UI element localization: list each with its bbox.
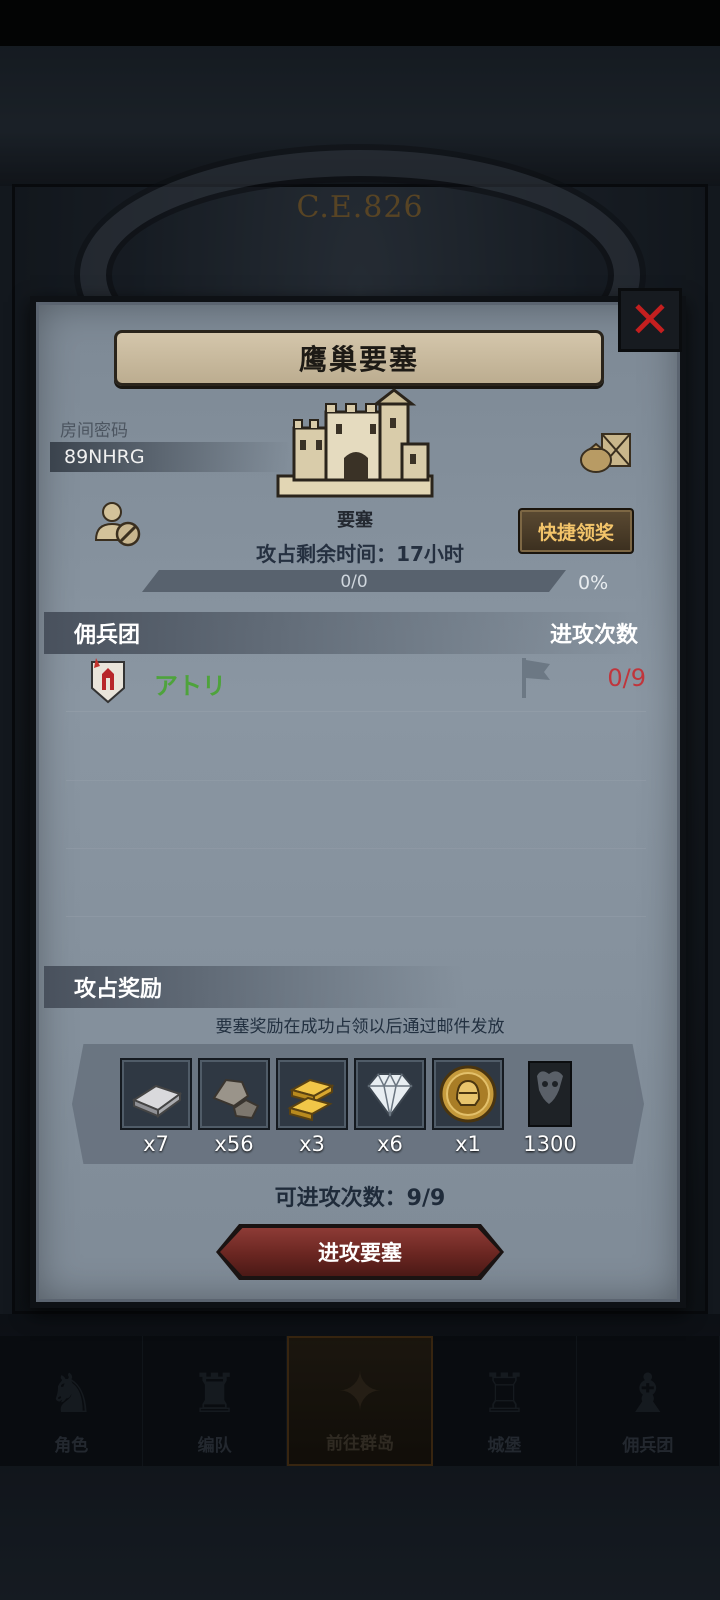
quick-claim-button[interactable]: 快捷领奖: [518, 508, 634, 554]
mercenary-header-label: 佣兵团: [74, 623, 141, 648]
attacks-available: 可进攻次数：9/9: [274, 1186, 446, 1211]
reward-note: 要塞奖励在成功占领以后通过邮件发放: [215, 1017, 505, 1037]
quick-claim-label: 快捷领奖: [537, 521, 614, 544]
attack-fortress-button[interactable]: 进攻要塞: [216, 1224, 504, 1280]
room-code-strip: 89NHRG: [50, 442, 290, 472]
reward-item[interactable]: x6: [354, 1058, 426, 1156]
empty-row-divider: [66, 916, 646, 917]
progress-percent: 0%: [578, 572, 609, 594]
supply-bag-icon[interactable]: [578, 428, 634, 474]
room-code: 89NHRG: [64, 446, 145, 468]
diamond-icon: [366, 1072, 414, 1118]
reward-item[interactable]: x56: [198, 1058, 270, 1156]
reward-item[interactable]: x3: [276, 1058, 348, 1156]
demon-banner-icon: [528, 1061, 572, 1127]
reward-quantity: x7: [143, 1132, 169, 1156]
rewards-section-header: 攻占奖励: [44, 966, 464, 1008]
reward-item[interactable]: x7: [120, 1058, 192, 1156]
mercenary-row[interactable]: アトリ 0/9: [66, 650, 646, 712]
reward-item[interactable]: 1300: [514, 1058, 586, 1156]
reward-item[interactable]: x1: [432, 1058, 504, 1156]
helmet-coin-icon: [439, 1065, 497, 1123]
attack-fortress-label: 进攻要塞: [318, 1241, 402, 1265]
gold-bar-icon: [287, 1078, 335, 1122]
time-left: 攻占剩余时间：17小时: [256, 542, 464, 566]
reward-quantity: x3: [299, 1132, 325, 1156]
title-banner: 鹰巢要塞: [114, 330, 604, 386]
empty-row-divider: [66, 848, 646, 849]
empty-row-divider: [66, 780, 646, 781]
reward-quantity: x6: [377, 1132, 403, 1156]
reward-quantity: x56: [214, 1132, 254, 1156]
guild-badge-icon: [91, 658, 125, 704]
flag-icon: [522, 658, 550, 698]
attack-count-header-label: 进攻次数: [549, 623, 638, 648]
progress-text: 0/0: [340, 572, 368, 592]
mercenary-section-header: 佣兵团 进攻次数: [44, 612, 644, 654]
stone-icon: [212, 1078, 260, 1120]
room-code-label: 房间密码: [60, 421, 128, 441]
close-icon: ✕: [629, 291, 671, 349]
reward-quantity: x1: [455, 1132, 481, 1156]
reward-quantity: 1300: [523, 1132, 577, 1156]
rewards-header-label: 攻占奖励: [74, 977, 163, 1002]
mercenary-attack-count: 0/9: [607, 664, 646, 692]
fortress-label: 要塞: [337, 510, 373, 531]
mercenary-name: アトリ: [154, 672, 226, 700]
user-blocked-icon[interactable]: [94, 500, 142, 548]
castle-icon: [276, 388, 434, 498]
close-button[interactable]: ✕: [618, 288, 682, 352]
iron-ingot-icon: [131, 1084, 183, 1118]
dialog-title: 鹰巢要塞: [298, 343, 419, 376]
